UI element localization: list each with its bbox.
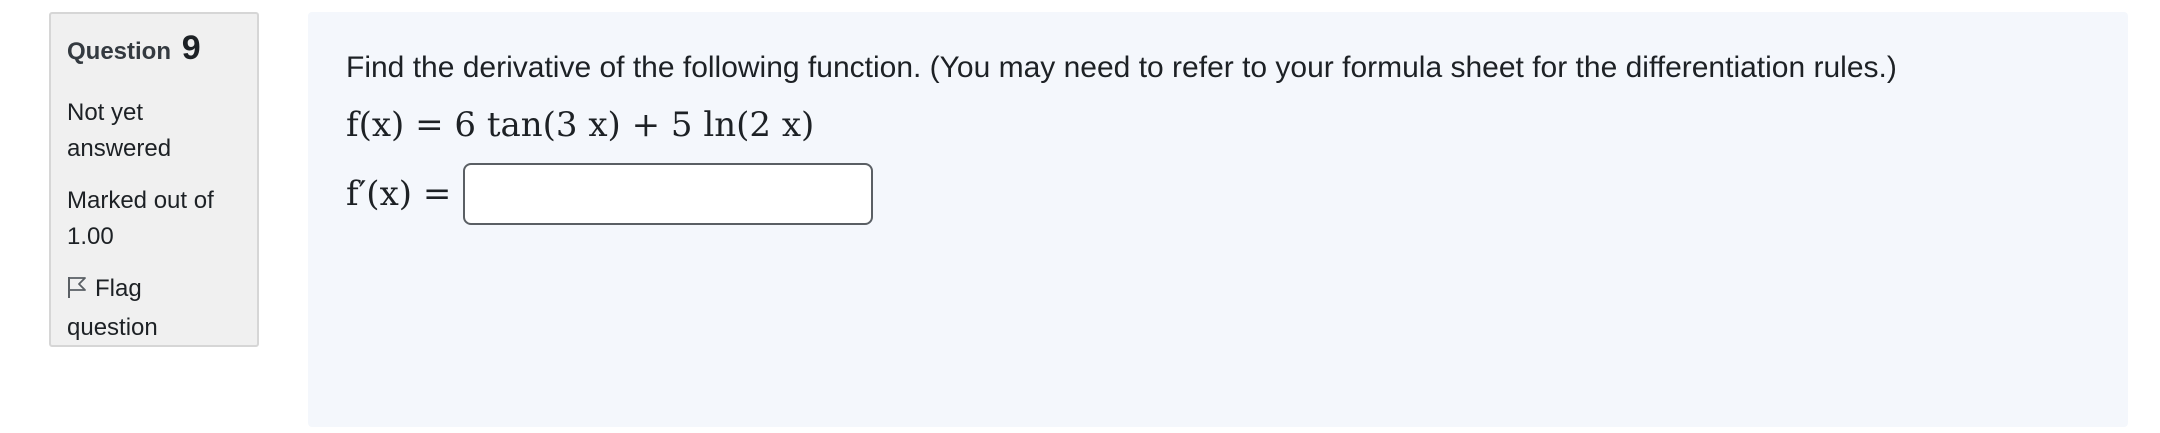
question-content: Find the derivative of the following fun… bbox=[308, 12, 2128, 427]
question-prompt: Find the derivative of the following fun… bbox=[346, 51, 1897, 84]
function-formula: f(x) = 6 tan(3 x) + 5 ln(2 x) bbox=[346, 105, 815, 145]
answer-input[interactable] bbox=[463, 163, 874, 225]
state-line-2: answered bbox=[67, 134, 172, 162]
flag-outline-icon bbox=[67, 274, 87, 310]
state-line-1: Not yet bbox=[67, 98, 144, 126]
flag-line-1: Flag bbox=[95, 274, 142, 302]
answer-label: f′(x) = bbox=[346, 174, 452, 214]
grade-line-2: 1.00 bbox=[67, 222, 114, 250]
grade-line-1: Marked out of bbox=[67, 186, 214, 214]
question-number: 9 bbox=[181, 29, 201, 67]
flag-question-link[interactable]: Flag question bbox=[67, 271, 241, 346]
flag-line-2: question bbox=[67, 313, 158, 341]
question-state: Not yet answered bbox=[67, 95, 241, 167]
question-heading: Question 9 bbox=[67, 28, 241, 69]
answer-row: f′(x) = bbox=[346, 163, 2090, 225]
question-grade: Marked out of 1.00 bbox=[67, 183, 241, 255]
question-label: Question bbox=[67, 38, 172, 65]
question-info-panel: Question 9 Not yet answered Marked out o… bbox=[49, 12, 259, 347]
